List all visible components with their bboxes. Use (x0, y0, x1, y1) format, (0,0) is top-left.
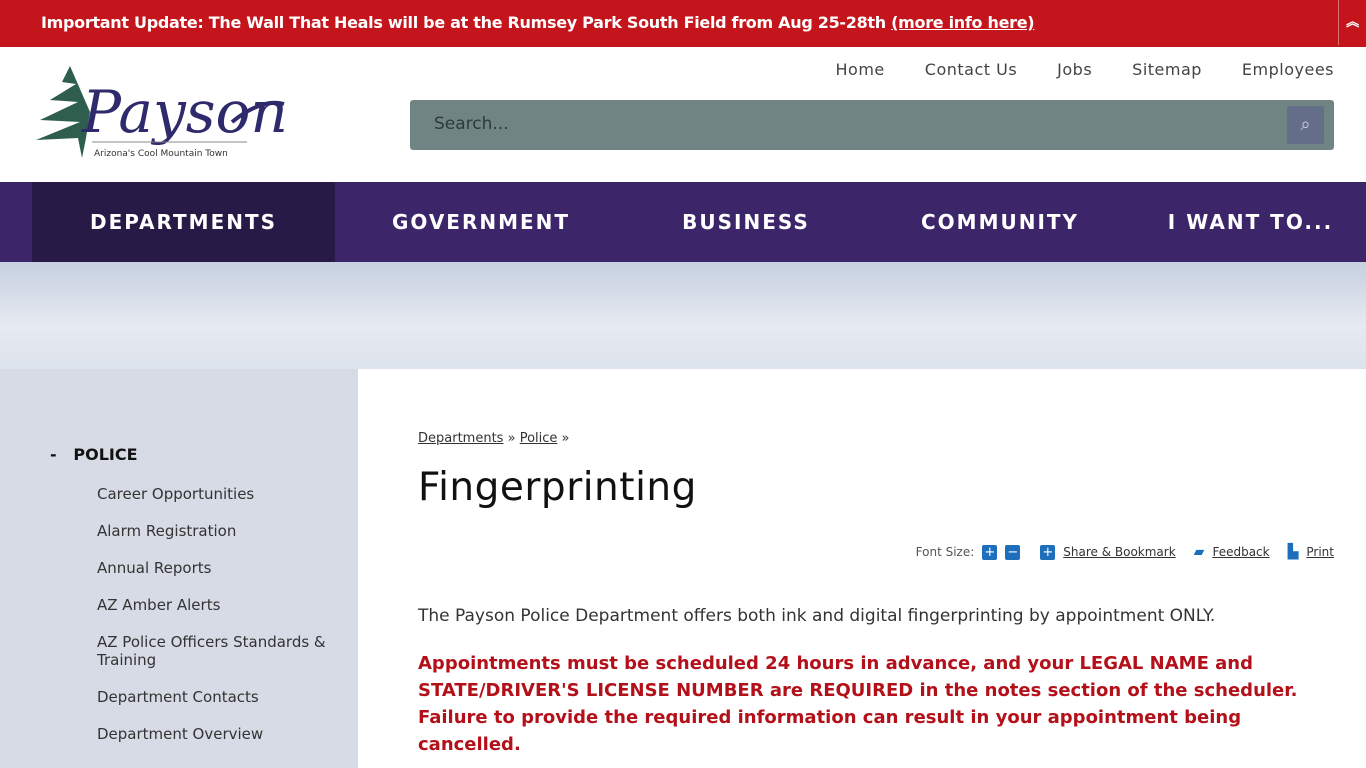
breadcrumb-police[interactable]: Police (520, 431, 558, 446)
sidebar-item[interactable]: Department Contacts (97, 688, 337, 706)
appointment-notice: Appointments must be scheduled 24 hours … (418, 653, 1298, 755)
sidebar-item[interactable]: Alarm Registration (97, 522, 337, 540)
sidebar-item[interactable]: AZ Amber Alerts (97, 596, 337, 614)
nav-sitemap[interactable]: Sitemap (1132, 60, 1202, 79)
breadcrumb: Departments » Police » (418, 431, 570, 446)
alert-text: Important Update: The Wall That Heals wi… (41, 13, 892, 32)
more-info-link[interactable]: (more info here) (891, 13, 1034, 32)
hero-banner (0, 262, 1366, 369)
feedback-link[interactable]: Feedback (1212, 545, 1269, 559)
font-size-label: Font Size: (915, 545, 975, 559)
nav-jobs[interactable]: Jobs (1057, 60, 1092, 79)
sidebar: - POLICE Career Opportunities Alarm Regi… (0, 369, 358, 768)
sidebar-item[interactable]: Department Overview (97, 725, 337, 743)
share-bookmark-link[interactable]: Share & Bookmark (1063, 545, 1175, 559)
page-tools: Font Size: + − + Share & Bookmark ▰ Feed… (916, 544, 1334, 560)
search-input[interactable] (434, 114, 1234, 134)
print-icon: ▙ (1287, 544, 1299, 560)
svg-text:Arizona's Cool Mountain Tow: Arizona's Cool Mountain Town (94, 149, 228, 159)
payson-logo[interactable]: Payson Arizona's Cool Mountain Town (32, 62, 288, 166)
svg-text:Payson: Payson (81, 78, 288, 146)
nav-community[interactable]: COMMUNITY (865, 182, 1135, 262)
collapse-marker: - (50, 445, 57, 464)
nav-contact-us[interactable]: Contact Us (925, 60, 1017, 79)
sidebar-heading-police[interactable]: - POLICE (50, 445, 138, 464)
sidebar-item[interactable]: Career Opportunities (97, 485, 337, 503)
nav-departments[interactable]: DEPARTMENTS (32, 182, 335, 262)
sidebar-item[interactable]: Annual Reports (97, 559, 337, 577)
print-link[interactable]: Print (1306, 545, 1334, 559)
search-icon[interactable]: ⌕ (1287, 106, 1324, 144)
nav-business[interactable]: BUSINESS (627, 182, 865, 262)
intro-text: The Payson Police Department offers both… (418, 606, 1216, 626)
font-increase-icon[interactable]: + (982, 544, 998, 560)
breadcrumb-departments[interactable]: Departments (418, 431, 503, 446)
nav-home[interactable]: Home (836, 60, 885, 79)
sidebar-heading-label: POLICE (73, 445, 138, 464)
main-nav: DEPARTMENTS GOVERNMENT BUSINESS COMMUNIT… (0, 182, 1366, 262)
feedback-icon: ▰ (1193, 544, 1205, 560)
share-icon: + (1040, 544, 1056, 560)
nav-employees[interactable]: Employees (1242, 60, 1334, 79)
page-title: Fingerprinting (418, 465, 697, 510)
nav-government[interactable]: GOVERNMENT (335, 182, 627, 262)
breadcrumb-separator: » (561, 431, 570, 446)
double-chevron-up-icon[interactable]: ︽ (1338, 0, 1366, 45)
nav-i-want-to[interactable]: I WANT TO... (1135, 182, 1366, 262)
utility-nav: Home Contact Us Jobs Sitemap Employees (836, 60, 1334, 79)
font-decrease-icon[interactable]: − (1005, 544, 1021, 560)
search-bar: ⌕ (410, 100, 1334, 150)
sidebar-item[interactable]: AZ Police Officers Standards & Training (97, 633, 337, 669)
breadcrumb-separator: » (507, 431, 516, 446)
alert-banner: Important Update: The Wall That Heals wi… (0, 0, 1366, 47)
